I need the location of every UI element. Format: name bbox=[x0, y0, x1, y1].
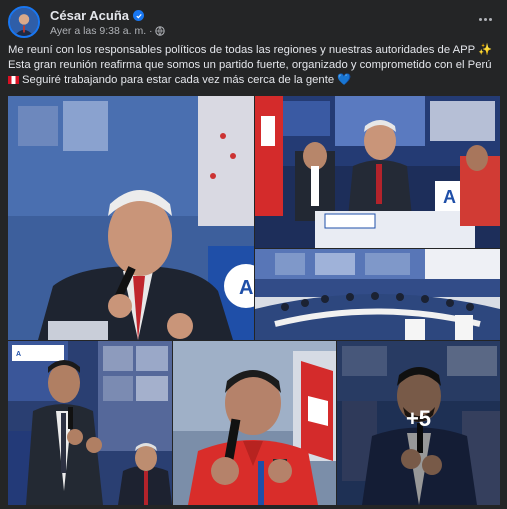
peru-flag-icon bbox=[8, 76, 19, 84]
verified-badge-icon bbox=[133, 10, 144, 21]
post-meta: Ayer a las 9:38 a. m. · bbox=[50, 25, 166, 37]
photo-gallery: A A A +5 bbox=[8, 96, 500, 505]
gallery-photo-2[interactable]: A bbox=[255, 96, 500, 248]
author-line: César Acuña bbox=[50, 8, 144, 23]
post-text-line-2: Esta gran reunión reafirma que somos un … bbox=[8, 58, 500, 73]
more-photos-count[interactable]: +5 bbox=[337, 341, 500, 505]
globe-icon[interactable] bbox=[155, 26, 166, 36]
svg-text:A: A bbox=[443, 187, 456, 207]
post-text-line-2-content: Esta gran reunión reafirma que somos un … bbox=[8, 59, 492, 71]
post-header: César Acuña Ayer a las 9:38 a. m. · bbox=[8, 6, 499, 42]
gallery-photo-6[interactable]: +5 bbox=[337, 341, 500, 505]
post-text-line-3: Seguiré trabajando para estar cada vez m… bbox=[8, 73, 500, 88]
post-text: Me reuní con los responsables políticos … bbox=[8, 43, 500, 88]
gallery-photo-4[interactable]: A bbox=[8, 341, 172, 505]
post-text-line-3-content: Seguiré trabajando para estar cada vez m… bbox=[22, 74, 335, 86]
blue-heart-emoji: 💙 bbox=[337, 74, 352, 86]
gallery-photo-5[interactable] bbox=[173, 341, 336, 505]
post-text-line-1: Me reuní con los responsables políticos … bbox=[8, 43, 500, 58]
post-card: César Acuña Ayer a las 9:38 a. m. · Me r… bbox=[0, 0, 507, 509]
svg-text:A: A bbox=[239, 277, 253, 299]
sparkles-emoji: ✨ bbox=[478, 44, 493, 56]
gallery-photo-3[interactable] bbox=[255, 249, 500, 340]
meta-separator: · bbox=[149, 25, 153, 37]
author-avatar[interactable] bbox=[8, 6, 40, 38]
gallery-photo-1[interactable]: A bbox=[8, 96, 254, 340]
more-options-icon[interactable] bbox=[475, 12, 495, 26]
author-name[interactable]: César Acuña bbox=[50, 8, 129, 23]
post-timestamp[interactable]: Ayer a las 9:38 a. m. bbox=[50, 25, 146, 37]
post-text-line-1-content: Me reuní con los responsables políticos … bbox=[8, 44, 476, 56]
svg-text:A: A bbox=[16, 351, 21, 358]
